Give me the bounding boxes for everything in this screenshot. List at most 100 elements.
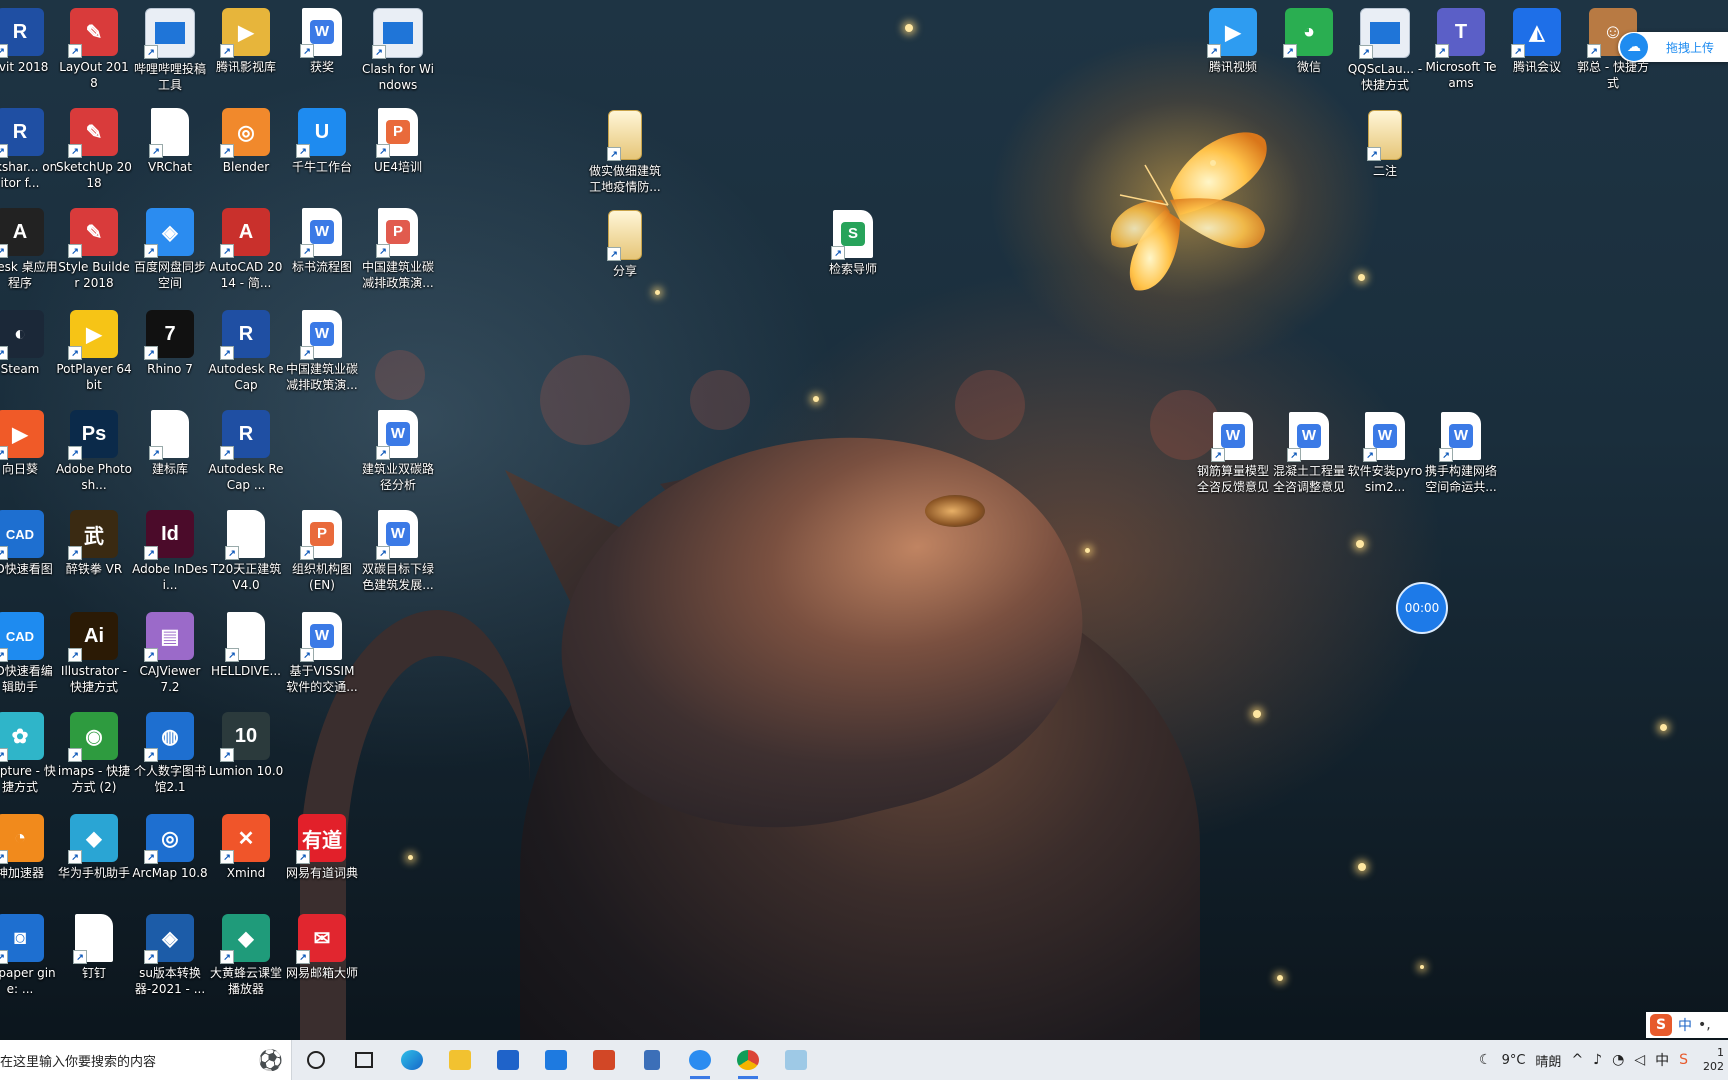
desktop-icon[interactable]: R↗ evit 2018 bbox=[0, 8, 58, 75]
desktop-icon[interactable]: 武 ↗ 醉铁拳 VR bbox=[56, 510, 132, 577]
desktop-icon[interactable]: CAD↗ AD快速看图 bbox=[0, 510, 58, 577]
desktop-icon[interactable]: W ↗ 双碳目标下绿色建筑发展... bbox=[360, 510, 436, 593]
microphone-icon[interactable]: ♪ bbox=[1593, 1052, 1602, 1068]
desktop-icon[interactable]: ◈ ↗ 百度网盘同步空间 bbox=[132, 208, 208, 291]
desktop-icon[interactable]: A↗odesk 桌应用程序 bbox=[0, 208, 58, 291]
desktop-icon[interactable]: ◐ ↗ Steam bbox=[0, 310, 58, 377]
shortcut-arrow-icon: ↗ bbox=[0, 748, 8, 762]
volume-icon[interactable]: ◁ bbox=[1634, 1052, 1645, 1068]
desktop-icon[interactable]: ◙↗allpaper gine: ... bbox=[0, 914, 58, 997]
desktop-icon[interactable]: Id ↗ Adobe InDesi... bbox=[132, 510, 208, 593]
desktop-icon[interactable]: R↗orkshar... onitor f... bbox=[0, 108, 58, 191]
desktop-icon[interactable]: ↗ 钉钉 bbox=[56, 914, 132, 981]
desktop-icon[interactable]: W ↗ 获奖 bbox=[284, 8, 360, 75]
network-icon[interactable]: ◔ bbox=[1612, 1052, 1624, 1068]
ime-language-toggle[interactable]: 中 bbox=[1678, 1015, 1692, 1035]
sogou-tray-icon[interactable]: S bbox=[1679, 1052, 1688, 1068]
desktop-icon[interactable]: W ↗ 钢筋算量模型全咨反馈意见 bbox=[1195, 412, 1271, 495]
desktop-icon[interactable]: ◕ ↗ 微信 bbox=[1271, 8, 1347, 75]
desktop-icon[interactable]: P ↗ UE4培训 bbox=[360, 108, 436, 175]
desktop-icon[interactable]: R ↗ Autodesk ReCap ... bbox=[208, 410, 284, 493]
desktop-icon[interactable]: ◔ ↗ 神加速器 bbox=[0, 814, 58, 881]
taskbar-file-explorer[interactable] bbox=[436, 1040, 484, 1080]
desktop-icon[interactable]: ◭ ↗ 腾讯会议 bbox=[1499, 8, 1575, 75]
ime-indicator-icon[interactable]: 中 bbox=[1655, 1050, 1669, 1070]
desktop-icon[interactable]: W ↗ 基于VISSIM软件的交通... bbox=[284, 612, 360, 695]
desktop-icon[interactable]: ↗ 建标库 bbox=[132, 410, 208, 477]
desktop-icon[interactable]: P ↗ 组织机构图 (EN) bbox=[284, 510, 360, 593]
desktop-icon[interactable]: W ↗ 标书流程图 bbox=[284, 208, 360, 275]
desktop-icon[interactable]: ✿↗Capture - 快捷方式 bbox=[0, 712, 58, 795]
desktop-icon[interactable]: CAD↗AD快速看编辑助手 bbox=[0, 612, 58, 695]
taskbar-store[interactable] bbox=[484, 1040, 532, 1080]
desktop-icon[interactable]: ▶ ↗ 腾讯影视库 bbox=[208, 8, 284, 75]
desktop-icon-label: 腾讯影视库 bbox=[215, 60, 276, 74]
desktop-icon[interactable]: W ↗ 混凝土工程量全咨调整意见 bbox=[1271, 412, 1347, 495]
clock[interactable]: 1 202 bbox=[1698, 1046, 1724, 1074]
desktop-icon[interactable]: ✎ ↗ LayOut 2018 bbox=[56, 8, 132, 91]
taskbar-baidu-netdisk[interactable] bbox=[676, 1040, 724, 1080]
desktop-icon[interactable]: U ↗ 千牛工作台 bbox=[284, 108, 360, 175]
desktop-icon[interactable]: ▤ ↗ CAJViewer 7.2 bbox=[132, 612, 208, 695]
desktop-icon[interactable]: ✎ ↗ Style Builder 2018 bbox=[56, 208, 132, 291]
desktop-icon[interactable]: ◆ ↗ 大黄蜂云课堂播放器 bbox=[208, 914, 284, 997]
desktop-icon[interactable]: 有道 ↗ 网易有道词典 bbox=[284, 814, 360, 881]
desktop-icon[interactable]: T ↗ Microsoft Teams bbox=[1423, 8, 1499, 91]
taskbar-edge[interactable] bbox=[388, 1040, 436, 1080]
taskbar-mail[interactable] bbox=[532, 1040, 580, 1080]
desktop-icon[interactable]: ◍ ↗ 个人数字图书馆2.1 bbox=[132, 712, 208, 795]
desktop-icon[interactable]: ✎ ↗ SketchUp 2018 bbox=[56, 108, 132, 191]
desktop-icon[interactable]: ◈ ↗ su版本转换器-2021 - ... bbox=[132, 914, 208, 997]
drag-upload-panel[interactable]: ☁ 拖拽上传 bbox=[1618, 32, 1728, 62]
weather-temperature[interactable]: 9°C bbox=[1502, 1053, 1526, 1068]
chevron-up-icon[interactable]: ^ bbox=[1571, 1052, 1583, 1068]
desktop-icon[interactable]: ↗ 二注 bbox=[1347, 110, 1423, 179]
sogou-ime-icon[interactable]: S bbox=[1650, 1014, 1672, 1036]
desktop-icon[interactable]: 7 ↗ Rhino 7 bbox=[132, 310, 208, 377]
desktop-icon[interactable]: ↗ 分享 bbox=[587, 210, 663, 279]
taskbar-calculator[interactable] bbox=[628, 1040, 676, 1080]
desktop-icon-label: 携手构建网络空间命运共... bbox=[1424, 464, 1497, 494]
desktop-icon[interactable]: ↗ VRChat bbox=[132, 108, 208, 175]
desktop-icon[interactable]: ↗ QQScLau... - 快捷方式 bbox=[1347, 8, 1423, 93]
desktop-icon[interactable]: ▶ ↗ 向日葵 bbox=[0, 410, 58, 477]
desktop-icon[interactable]: ✉ ↗ 网易邮箱大师 bbox=[284, 914, 360, 981]
taskbar-powerpoint[interactable] bbox=[580, 1040, 628, 1080]
desktop-icon[interactable]: ◎ ↗ Blender bbox=[208, 108, 284, 175]
desktop-icon[interactable]: ▶ ↗ 腾讯视频 bbox=[1195, 8, 1271, 75]
desktop-icon[interactable]: W ↗ 建筑业双碳路径分析 bbox=[360, 410, 436, 493]
taskbar-app[interactable] bbox=[772, 1040, 820, 1080]
desktop-icon[interactable]: ✕ ↗ Xmind bbox=[208, 814, 284, 881]
desktop-icon[interactable]: W ↗ 携手构建网络空间命运共... bbox=[1423, 412, 1499, 495]
taskbar-search-box[interactable]: 在这里输入你要搜索的内容 ⚽ bbox=[0, 1040, 292, 1080]
desktop-icon[interactable]: ↗ HELLDIVE... bbox=[208, 612, 284, 679]
desktop-icon[interactable]: ↗ T20天正建筑 V4.0 bbox=[208, 510, 284, 593]
taskbar-chrome[interactable] bbox=[724, 1040, 772, 1080]
cortana-button[interactable] bbox=[292, 1040, 340, 1080]
desktop-icon[interactable]: ↗ 做实做细建筑工地疫情防... bbox=[587, 110, 663, 195]
ime-punctuation-toggle[interactable]: •, bbox=[1698, 1017, 1711, 1033]
desktop-icon[interactable]: ◉ ↗ imaps - 快捷方式 (2) bbox=[56, 712, 132, 795]
desktop-icon[interactable]: W ↗ 软件安装pyrosim2... bbox=[1347, 412, 1423, 495]
desktop-icon[interactable]: A ↗ AutoCAD 2014 - 简... bbox=[208, 208, 284, 291]
desktop-icon[interactable]: W ↗ 中国建筑业碳减排政策演... bbox=[284, 310, 360, 393]
task-view-button[interactable] bbox=[340, 1040, 388, 1080]
desktop-icon[interactable]: ↗ 哔哩哔哩投稿工具 bbox=[132, 8, 208, 93]
desktop-icon[interactable]: R ↗ Autodesk ReCap bbox=[208, 310, 284, 393]
app-icon: W ↗ bbox=[1211, 412, 1253, 462]
desktop-icon[interactable]: ▶ ↗ PotPlayer 64 bit bbox=[56, 310, 132, 393]
desktop-icon[interactable]: Ai ↗ Illustrator - 快捷方式 bbox=[56, 612, 132, 695]
wallpaper-cat-body bbox=[520, 560, 1200, 1040]
recorder-timer-button[interactable]: 00:00 bbox=[1396, 582, 1448, 634]
shortcut-arrow-icon: ↗ bbox=[144, 346, 158, 360]
ime-toolbar[interactable]: S 中 •, bbox=[1646, 1012, 1728, 1038]
desktop-icon[interactable]: S ↗ 检索导师 bbox=[815, 210, 891, 277]
desktop-icon[interactable]: P ↗ 中国建筑业碳减排政策演... bbox=[360, 208, 436, 291]
desktop-icon[interactable]: 10 ↗ Lumion 10.0 bbox=[208, 712, 284, 779]
wallpaper-bokeh bbox=[375, 350, 425, 400]
weather-condition[interactable]: 晴朗 bbox=[1535, 1051, 1561, 1070]
desktop-icon[interactable]: Ps ↗ Adobe Photosh... bbox=[56, 410, 132, 493]
desktop-icon[interactable]: ↗ Clash for Windows bbox=[360, 8, 436, 93]
desktop-icon[interactable]: ◎ ↗ ArcMap 10.8 bbox=[132, 814, 208, 881]
desktop-icon[interactable]: ◆ ↗ 华为手机助手 bbox=[56, 814, 132, 881]
